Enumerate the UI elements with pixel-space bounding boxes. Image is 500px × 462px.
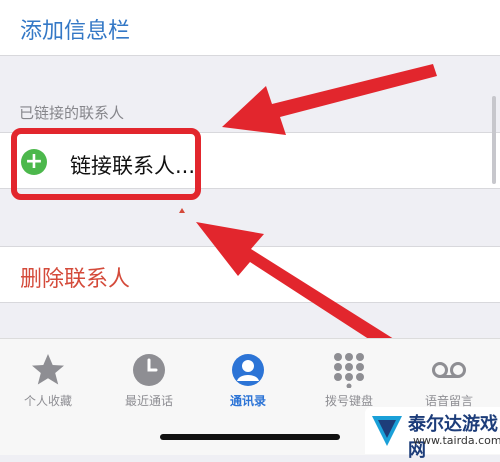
watermark-logo-icon: [372, 416, 402, 446]
delete-contact-label: 删除联系人: [20, 267, 131, 292]
highlight-box: [11, 128, 201, 200]
add-info-bar-label: 添加信息栏: [20, 19, 131, 44]
delete-contact-row[interactable]: 删除联系人: [0, 246, 500, 303]
tab-label: 通讯录: [229, 394, 266, 408]
tab-favorites[interactable]: 个人收藏: [3, 352, 93, 409]
small-caret-icon: [179, 208, 185, 213]
clock-icon: [133, 354, 165, 386]
keypad-icon: [334, 353, 364, 388]
watermark-url: www.tairda.com: [413, 434, 500, 447]
home-indicator[interactable]: [160, 434, 340, 440]
tab-voicemail[interactable]: 语音留言: [404, 352, 494, 409]
tab-label: 最近通话: [124, 394, 173, 408]
tab-recents[interactable]: 最近通话: [104, 352, 194, 409]
tab-keypad[interactable]: 拨号键盘: [304, 352, 394, 409]
arrow-upper: [222, 64, 437, 135]
add-info-bar-row[interactable]: 添加信息栏: [0, 0, 500, 56]
scrollbar-thumb[interactable]: [492, 96, 496, 184]
linked-contacts-header: 已链接的联系人: [19, 104, 125, 122]
tab-label: 个人收藏: [23, 394, 72, 408]
tab-contacts[interactable]: 通讯录: [203, 352, 293, 409]
contacts-icon: [232, 354, 264, 386]
voicemail-icon: [432, 362, 466, 378]
star-icon: [32, 354, 64, 385]
